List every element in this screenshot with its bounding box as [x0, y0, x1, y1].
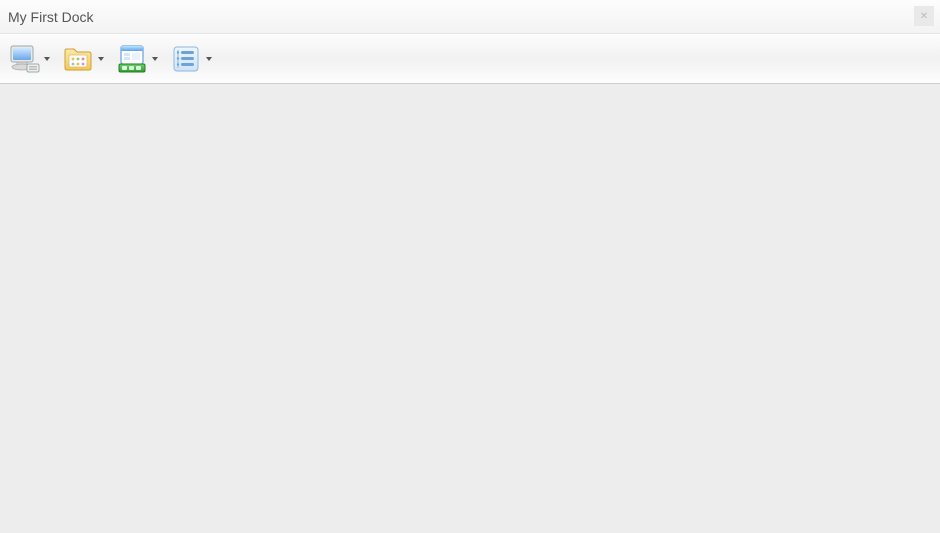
toolbar [0, 34, 940, 84]
programs-icon [114, 41, 150, 77]
chevron-down-icon [206, 57, 212, 61]
content-area [0, 84, 940, 533]
window-title: My First Dock [8, 9, 94, 25]
chevron-down-icon [98, 57, 104, 61]
toolbar-button-folder[interactable] [58, 39, 110, 79]
folder-icon [60, 41, 96, 77]
toolbar-button-computer[interactable] [4, 39, 56, 79]
toolbar-button-list[interactable] [166, 39, 218, 79]
computer-icon [6, 41, 42, 77]
chevron-down-icon [152, 57, 158, 61]
chevron-down-icon [44, 57, 50, 61]
close-icon: ✕ [920, 11, 928, 22]
title-bar: My First Dock ✕ [0, 0, 940, 34]
close-button[interactable]: ✕ [914, 6, 934, 26]
list-icon [168, 41, 204, 77]
toolbar-button-programs[interactable] [112, 39, 164, 79]
